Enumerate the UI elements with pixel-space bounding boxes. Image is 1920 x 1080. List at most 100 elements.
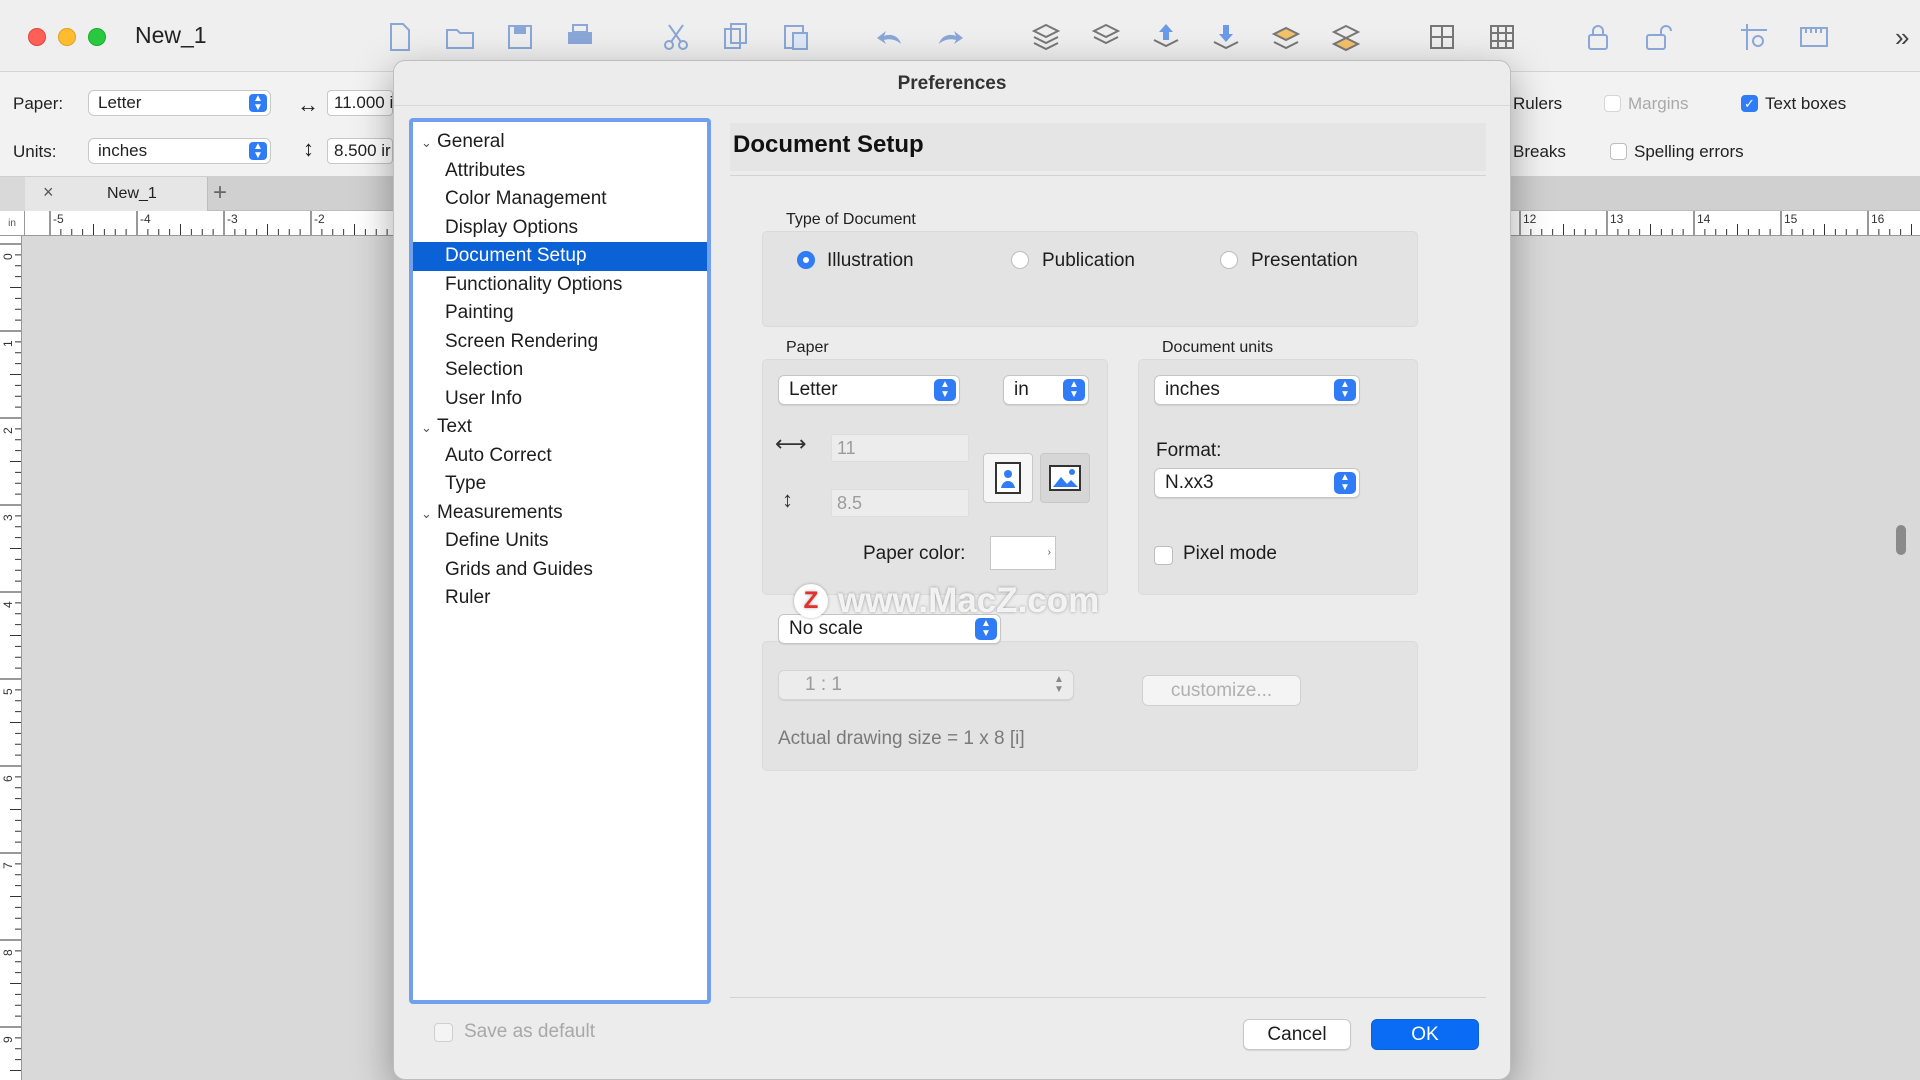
tree-item-document-setup[interactable]: Document Setup xyxy=(413,242,707,271)
tree-item-selection[interactable]: Selection xyxy=(413,356,707,385)
vertical-scrollbar-thumb[interactable] xyxy=(1896,525,1906,555)
paper-select[interactable]: Letter ▲ ▼ xyxy=(88,90,271,116)
minimize-window-button[interactable] xyxy=(58,28,76,46)
tab-new-1[interactable]: × New_1 xyxy=(25,177,208,211)
cancel-button[interactable]: Cancel xyxy=(1243,1019,1351,1050)
tree-item-functionality-options[interactable]: Functionality Options xyxy=(413,271,707,300)
paper-size-select[interactable]: Letter ▲ ▼ xyxy=(778,375,960,405)
chevron-down-icon[interactable]: ⌄ xyxy=(421,129,437,158)
landscape-icon xyxy=(1049,465,1081,491)
tree-item-general[interactable]: ⌄ General xyxy=(413,128,707,157)
spelling-errors-checkbox[interactable] xyxy=(1610,143,1627,160)
width-field[interactable]: 11.000 i xyxy=(327,90,393,116)
grid-alt-icon[interactable] xyxy=(1482,18,1522,56)
save-as-default-checkbox[interactable] xyxy=(434,1023,453,1042)
tree-item-measurements[interactable]: ⌄ Measurements xyxy=(413,499,707,528)
zoom-window-button[interactable] xyxy=(88,28,106,46)
ruler-corner: in xyxy=(0,211,25,236)
cut-icon[interactable] xyxy=(656,18,696,56)
text-boxes-checkbox[interactable]: ✓ xyxy=(1741,95,1758,112)
chevron-down-icon[interactable]: ⌄ xyxy=(421,500,437,529)
format-select[interactable]: N.xx3 ▲ ▼ xyxy=(1154,468,1360,498)
select-arrows-icon: ▲ ▼ xyxy=(1063,379,1085,401)
paper-select-value: Letter xyxy=(98,93,142,112)
tree-item-label: General xyxy=(437,131,505,152)
grid-icon[interactable] xyxy=(1422,18,1462,56)
copy-icon[interactable] xyxy=(716,18,756,56)
select-arrows-icon: ▲ ▼ xyxy=(1334,379,1356,401)
layer-up-icon[interactable] xyxy=(1146,18,1186,56)
type-of-document-label: Type of Document xyxy=(786,211,916,228)
chevron-down-icon[interactable]: ⌄ xyxy=(421,414,437,443)
preferences-tree[interactable]: ⌄ General Attributes Color Management Displa… xyxy=(409,118,711,1004)
vertical-ruler[interactable]: 0 1 2 3 4 5 6 7 8 9 xyxy=(0,236,22,1080)
divider xyxy=(730,997,1486,998)
close-window-button[interactable] xyxy=(28,28,46,46)
tree-item-auto-correct[interactable]: Auto Correct xyxy=(413,442,707,471)
save-icon[interactable] xyxy=(500,18,540,56)
tree-item-define-units[interactable]: Define Units xyxy=(413,527,707,556)
close-tab-icon[interactable]: × xyxy=(43,182,54,203)
undo-icon[interactable] xyxy=(870,18,910,56)
select-arrows-icon: ▲ ▼ xyxy=(1334,472,1356,494)
chevron-right-icon: › xyxy=(1047,547,1051,558)
paste-icon[interactable] xyxy=(776,18,816,56)
redo-icon[interactable] xyxy=(930,18,970,56)
tree-item-attributes[interactable]: Attributes xyxy=(413,157,707,186)
ruler-label: 0 xyxy=(1,253,15,260)
tree-item-text[interactable]: ⌄ Text xyxy=(413,413,707,442)
select-arrows-icon: ▲ ▼ xyxy=(249,142,267,161)
tree-item-color-management[interactable]: Color Management xyxy=(413,185,707,214)
tree-item-label: Painting xyxy=(445,302,514,323)
ruler-label: 6 xyxy=(1,775,15,782)
ruler-label: 8 xyxy=(1,949,15,956)
tree-item-label: Document Setup xyxy=(445,245,587,266)
layers-alt-icon[interactable] xyxy=(1086,18,1126,56)
tree-item-screen-rendering[interactable]: Screen Rendering xyxy=(413,328,707,357)
print-icon[interactable] xyxy=(560,18,600,56)
ruler-icon[interactable] xyxy=(1794,18,1834,56)
paper-color-swatch[interactable]: › xyxy=(990,536,1056,570)
publication-radio[interactable] xyxy=(1011,251,1029,269)
document-units-select[interactable]: inches ▲ ▼ xyxy=(1154,375,1360,405)
publication-label: Publication xyxy=(1042,250,1135,271)
ruler-label: 9 xyxy=(1,1036,15,1043)
add-tab-icon[interactable]: + xyxy=(213,179,227,207)
new-document-icon[interactable] xyxy=(379,18,419,56)
paper-unit-select[interactable]: in ▲ ▼ xyxy=(1003,375,1089,405)
guide-icon[interactable] xyxy=(1734,18,1774,56)
tree-item-user-info[interactable]: User Info xyxy=(413,385,707,414)
tree-item-painting[interactable]: Painting xyxy=(413,299,707,328)
pixel-mode-checkbox[interactable] xyxy=(1154,546,1173,565)
illustration-radio[interactable] xyxy=(797,251,815,269)
landscape-orientation-button[interactable] xyxy=(1040,453,1090,503)
open-folder-icon[interactable] xyxy=(440,18,480,56)
portrait-orientation-button[interactable] xyxy=(983,453,1033,503)
unlock-icon[interactable] xyxy=(1638,18,1678,56)
height-field[interactable]: 8.500 ir xyxy=(327,138,393,164)
watermark: Z www.MacZ.com xyxy=(794,581,1099,621)
paper-width-field[interactable]: 11 xyxy=(831,434,969,462)
presentation-radio[interactable] xyxy=(1220,251,1238,269)
layer-front-icon[interactable] xyxy=(1266,18,1306,56)
select-arrows-icon: ▲ ▼ xyxy=(934,379,956,401)
ruler-label: 14 xyxy=(1697,212,1711,226)
ok-button[interactable]: OK xyxy=(1371,1019,1479,1050)
toolbar-overflow-icon[interactable]: » xyxy=(1895,22,1909,53)
lock-icon[interactable] xyxy=(1578,18,1618,56)
document-units-label: Document units xyxy=(1162,339,1274,356)
units-select[interactable]: inches ▲ ▼ xyxy=(88,138,271,164)
layer-down-icon[interactable] xyxy=(1206,18,1246,56)
presentation-label: Presentation xyxy=(1251,250,1358,271)
margins-checkbox[interactable] xyxy=(1604,95,1621,112)
tree-item-type[interactable]: Type xyxy=(413,470,707,499)
tree-item-display-options[interactable]: Display Options xyxy=(413,214,707,243)
tree-item-label: User Info xyxy=(445,387,523,409)
tree-item-ruler[interactable]: Ruler xyxy=(413,584,707,613)
tree-item-label: Define Units xyxy=(445,530,549,551)
tree-item-grids-and-guides[interactable]: Grids and Guides xyxy=(413,556,707,585)
layer-back-icon[interactable] xyxy=(1326,18,1366,56)
layers-icon[interactable] xyxy=(1026,18,1066,56)
paper-height-field[interactable]: 8.5 xyxy=(831,489,969,517)
height-arrows-icon: ↕ xyxy=(782,487,793,512)
